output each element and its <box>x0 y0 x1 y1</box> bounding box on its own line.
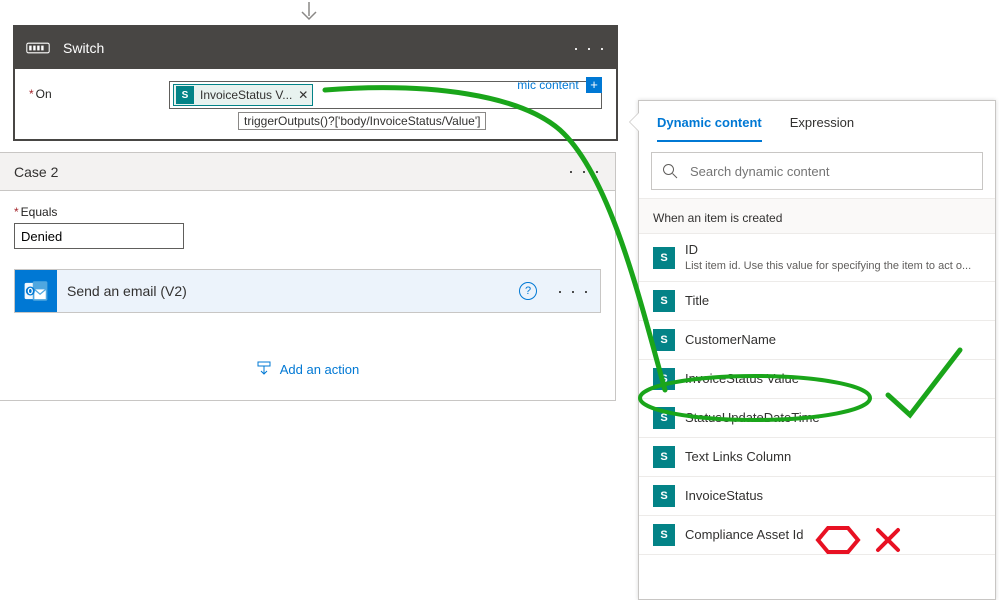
tab-dynamic-content[interactable]: Dynamic content <box>657 115 762 142</box>
dynamic-content-link-row: mic content + <box>517 77 602 93</box>
tab-expression[interactable]: Expression <box>790 115 854 142</box>
outlook-icon <box>15 270 57 312</box>
case-header[interactable]: Case 2 · · · <box>0 153 615 191</box>
search-icon <box>662 163 678 179</box>
action-menu-button[interactable]: · · · <box>557 281 590 302</box>
help-icon[interactable]: ? <box>519 282 537 300</box>
case-title: Case 2 <box>14 164 58 180</box>
dc-item-id[interactable]: S ID List item id. Use this value for sp… <box>639 234 995 282</box>
switch-title: Switch <box>63 40 561 56</box>
dc-item-label: Text Links Column <box>685 449 791 466</box>
dc-item-customername[interactable]: S CustomerName <box>639 321 995 360</box>
token-remove-button[interactable]: ✕ <box>298 88 308 102</box>
sharepoint-icon: S <box>653 247 675 269</box>
dc-item-invoicestatus[interactable]: S InvoiceStatus <box>639 477 995 516</box>
sharepoint-icon: S <box>653 290 675 312</box>
dc-item-label: InvoiceStatus <box>685 488 763 505</box>
search-input[interactable] <box>688 163 972 180</box>
dc-item-compliance-asset-id[interactable]: S Compliance Asset Id <box>639 516 995 555</box>
send-email-action[interactable]: Send an email (V2) ? · · · <box>14 269 601 313</box>
sharepoint-icon: S <box>653 485 675 507</box>
dc-item-label: ID <box>685 242 698 257</box>
switch-icon <box>25 38 51 58</box>
sharepoint-icon: S <box>653 368 675 390</box>
dc-item-statusupdatedatetime[interactable]: S StatusUpdateDateTime <box>639 399 995 438</box>
sharepoint-icon: S <box>653 524 675 546</box>
sharepoint-icon: S <box>653 446 675 468</box>
switch-menu-button[interactable]: · · · <box>573 38 606 59</box>
token-label: InvoiceStatus V... <box>200 88 292 102</box>
add-dynamic-content-button[interactable]: + <box>586 77 602 93</box>
dc-item-title[interactable]: S Title <box>639 282 995 321</box>
case-card: Case 2 · · · Equals Send an email (V2) ?… <box>0 152 616 401</box>
dc-item-label: CustomerName <box>685 332 776 349</box>
on-label: On <box>29 87 169 101</box>
sharepoint-icon: S <box>176 86 194 104</box>
equals-input[interactable] <box>14 223 184 249</box>
token-invoicestatus-value[interactable]: S InvoiceStatus V... ✕ <box>173 84 313 106</box>
action-title: Send an email (V2) <box>67 283 509 299</box>
dc-section-header: When an item is created <box>639 198 995 234</box>
dc-item-label: Title <box>685 293 709 310</box>
add-action-icon <box>256 361 272 377</box>
sharepoint-icon: S <box>653 329 675 351</box>
add-action-button[interactable]: Add an action <box>256 361 360 377</box>
panel-caret-icon <box>630 113 639 131</box>
dynamic-content-search[interactable] <box>651 152 983 190</box>
dynamic-content-panel: Dynamic content Expression When an item … <box>638 100 996 600</box>
switch-header[interactable]: Switch · · · <box>15 27 616 69</box>
dc-item-label: StatusUpdateDateTime <box>685 410 820 427</box>
dc-item-label: InvoiceStatus Value <box>685 371 799 388</box>
dynamic-content-link-text[interactable]: mic content <box>517 78 578 92</box>
sharepoint-icon: S <box>653 407 675 429</box>
dc-item-text-links-column[interactable]: S Text Links Column <box>639 438 995 477</box>
dc-item-desc: List item id. Use this value for specify… <box>685 259 971 273</box>
add-action-label: Add an action <box>280 362 360 377</box>
equals-label: Equals <box>14 205 57 219</box>
dc-item-invoicestatus-value[interactable]: S InvoiceStatus Value <box>639 360 995 399</box>
case-menu-button[interactable]: · · · <box>568 161 601 182</box>
dc-item-label: Compliance Asset Id <box>685 527 804 544</box>
expression-tooltip: triggerOutputs()?['body/InvoiceStatus/Va… <box>238 112 486 130</box>
